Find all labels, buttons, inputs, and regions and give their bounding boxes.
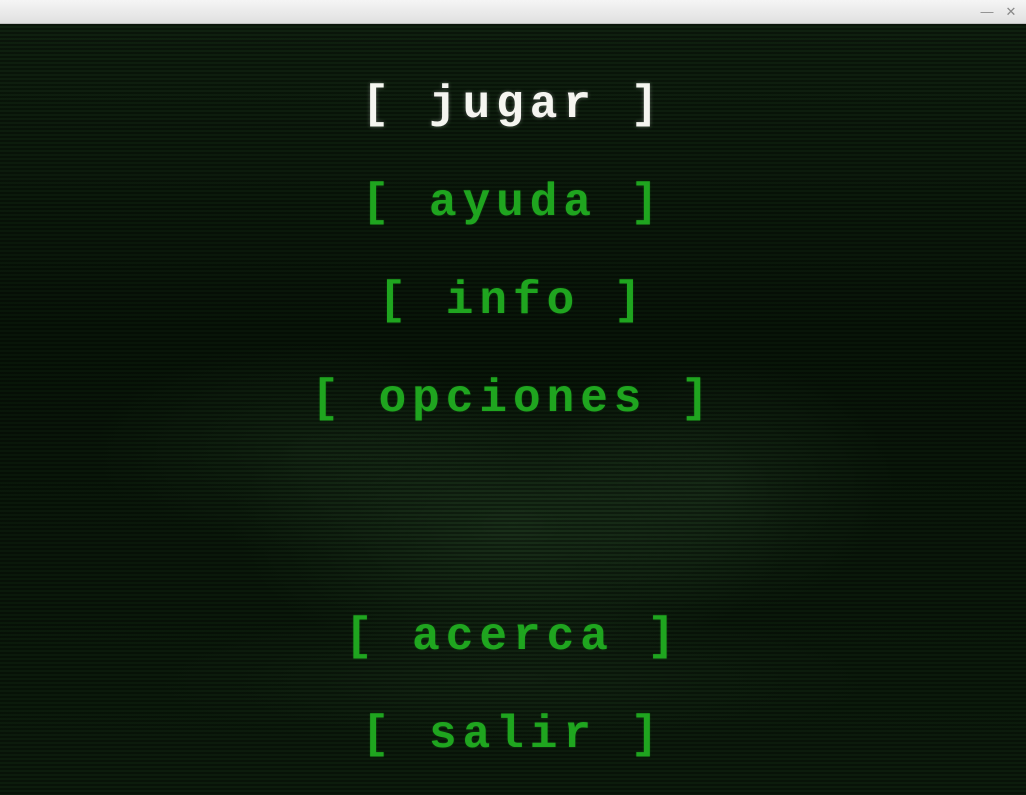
menu-item-help[interactable]: [ ayuda ] (362, 177, 664, 229)
game-viewport: [ jugar ] [ ayuda ] [ info ] [ opciones … (0, 24, 1026, 795)
main-menu: [ jugar ] [ ayuda ] [ info ] [ opciones … (0, 79, 1026, 761)
close-button[interactable]: ✕ (1004, 5, 1018, 19)
window-frame: — ✕ [ jugar ] [ ayuda ] [ info ] [ opcio… (0, 0, 1026, 795)
menu-item-exit[interactable]: [ salir ] (362, 709, 664, 761)
menu-item-options[interactable]: [ opciones ] (311, 373, 714, 425)
menu-item-play[interactable]: [ jugar ] (362, 79, 664, 131)
titlebar: — ✕ (0, 0, 1026, 24)
menu-item-info[interactable]: [ info ] (379, 275, 648, 327)
menu-item-about[interactable]: [ acerca ] (345, 611, 681, 663)
minimize-button[interactable]: — (980, 5, 994, 19)
